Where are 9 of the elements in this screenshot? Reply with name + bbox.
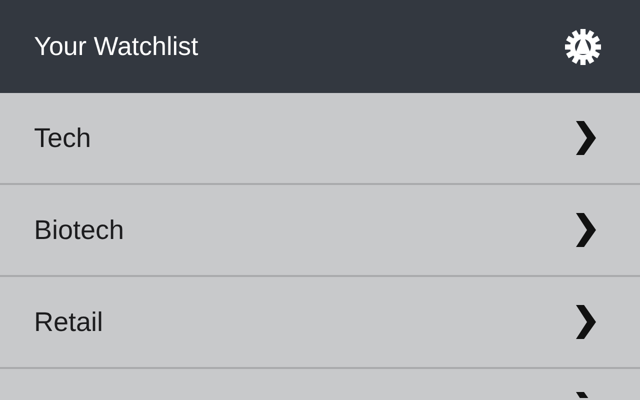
header-title: Your Watchlist: [34, 31, 198, 62]
watchlist-item[interactable]: Retail: [0, 277, 640, 367]
chevron-right-icon: [574, 121, 596, 155]
watchlist-item[interactable]: Biotech: [0, 185, 640, 275]
chevron-right-icon: [574, 213, 596, 247]
settings-button[interactable]: [564, 28, 602, 66]
chevron-right-icon: [574, 305, 596, 339]
watchlist-item[interactable]: Tech: [0, 93, 640, 183]
settings-icon: [564, 28, 602, 66]
